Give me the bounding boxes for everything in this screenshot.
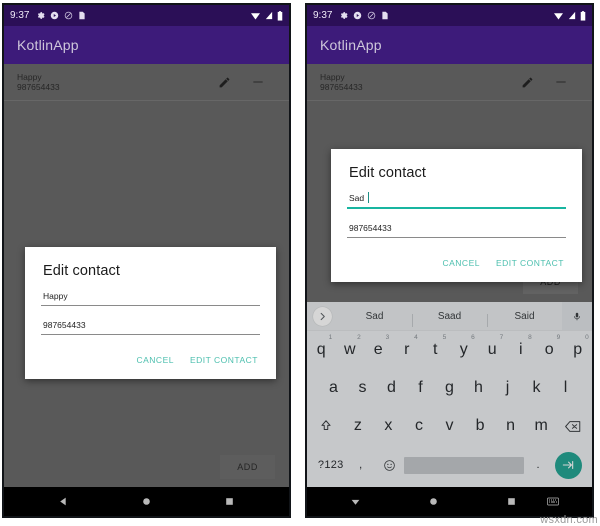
status-clock-right: 9:37 (313, 10, 333, 21)
edit-contact-dialog-right: Edit contact CANCEL EDIT CONTACT (331, 149, 582, 282)
recents-square-icon (506, 496, 517, 507)
wifi-icon (553, 11, 564, 20)
app-bar: KotlinApp (4, 26, 289, 64)
edit-contact-confirm-button[interactable]: EDIT CONTACT (190, 353, 258, 367)
dialog-actions-right: CANCEL EDIT CONTACT (347, 252, 566, 276)
back-button[interactable] (44, 496, 84, 507)
sim-card-icon (381, 11, 389, 20)
signal-icon (264, 11, 274, 20)
main-content-right: Happy 987654433 ADD Sad Saad Said 1 q 2 … (307, 64, 592, 487)
home-circle-icon (428, 496, 439, 507)
app-title-right: KotlinApp (320, 37, 382, 53)
recents-button[interactable] (210, 496, 250, 507)
status-bar-right: 9:37 (307, 5, 592, 26)
home-button-right[interactable] (413, 496, 453, 507)
wifi-icon (250, 11, 261, 20)
name-input[interactable] (41, 291, 260, 306)
home-circle-icon (141, 496, 152, 507)
gear-icon (36, 11, 46, 20)
phone-screen-right: 9:37 KotlinApp Happy 987654433 ADD Sad S… (305, 3, 594, 518)
play-circle-icon (50, 11, 59, 20)
edit-contact-confirm-button-right[interactable]: EDIT CONTACT (496, 256, 564, 270)
name-field-wrapper (41, 291, 260, 306)
edit-contact-dialog-left: Edit contact CANCEL EDIT CONTACT (25, 247, 276, 379)
dialog-title-right: Edit contact (349, 165, 426, 181)
status-bar: 9:37 (4, 5, 289, 26)
name-field-wrapper-right (347, 192, 566, 209)
keyboard-dismiss-button[interactable] (335, 496, 375, 507)
do-not-disturb-icon (367, 11, 376, 20)
home-button[interactable] (127, 496, 167, 507)
play-circle-icon (353, 11, 362, 20)
app-title: KotlinApp (17, 37, 79, 53)
sim-card-icon (78, 11, 86, 20)
do-not-disturb-icon (64, 11, 73, 20)
battery-icon (277, 10, 283, 21)
phone-field-wrapper (41, 320, 260, 335)
main-content-left: Happy 987654433 ADD Edit contact Happy 9… (4, 64, 289, 487)
gear-icon (339, 11, 349, 20)
recents-button-right[interactable] (491, 496, 531, 507)
navigation-bar-left (4, 487, 289, 516)
switch-keyboard-button[interactable] (539, 497, 567, 506)
battery-icon (580, 10, 586, 21)
text-caret (368, 192, 369, 203)
phone-input[interactable] (41, 320, 260, 335)
navigation-bar-right (307, 487, 592, 516)
dialog-actions: CANCEL EDIT CONTACT (41, 349, 260, 373)
cancel-button-right[interactable]: CANCEL (442, 256, 479, 270)
keyboard-switch-icon (547, 497, 559, 506)
back-triangle-icon (58, 496, 69, 507)
watermark: wsxdn.com (540, 514, 598, 526)
name-input-right[interactable] (347, 193, 566, 209)
phone-screen-left: 9:37 KotlinApp Happy 987654433 ADD Edit … (2, 3, 291, 518)
keyboard-dismiss-triangle-icon (350, 496, 361, 507)
screenshot-stage: 9:37 KotlinApp Happy 987654433 ADD Edit … (0, 0, 600, 526)
signal-icon (567, 11, 577, 20)
recents-square-icon (224, 496, 235, 507)
phone-input-right[interactable] (347, 223, 566, 238)
status-clock: 9:37 (10, 10, 30, 21)
app-bar-right: KotlinApp (307, 26, 592, 64)
dialog-title: Edit contact (43, 263, 120, 279)
phone-field-wrapper-right (347, 223, 566, 238)
cancel-button[interactable]: CANCEL (136, 353, 173, 367)
